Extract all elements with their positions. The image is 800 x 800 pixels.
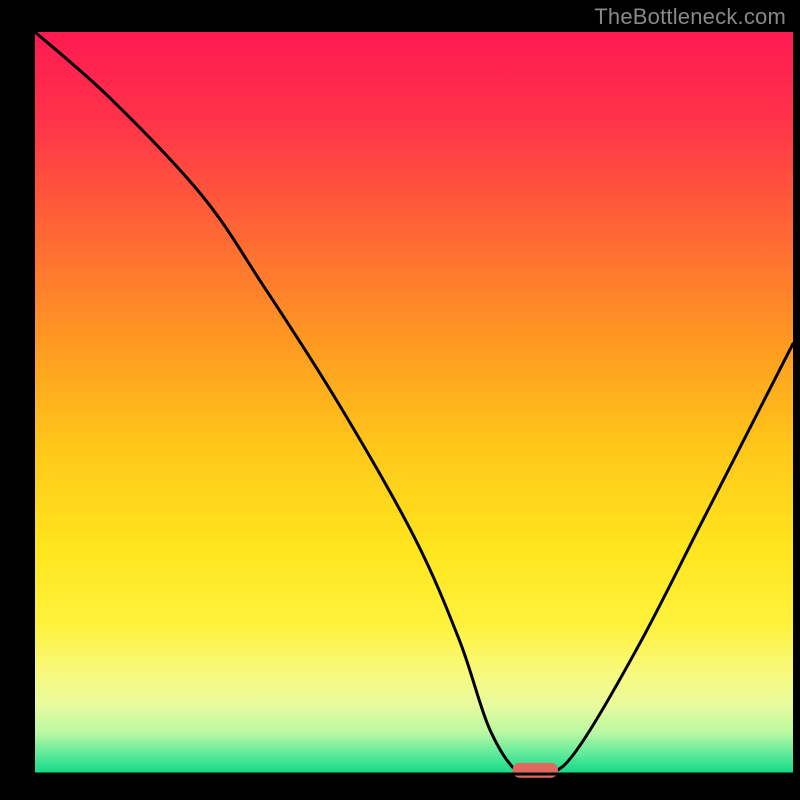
bottleneck-chart: [0, 0, 800, 800]
plot-background: [35, 32, 793, 774]
chart-frame: TheBottleneck.com: [0, 0, 800, 800]
